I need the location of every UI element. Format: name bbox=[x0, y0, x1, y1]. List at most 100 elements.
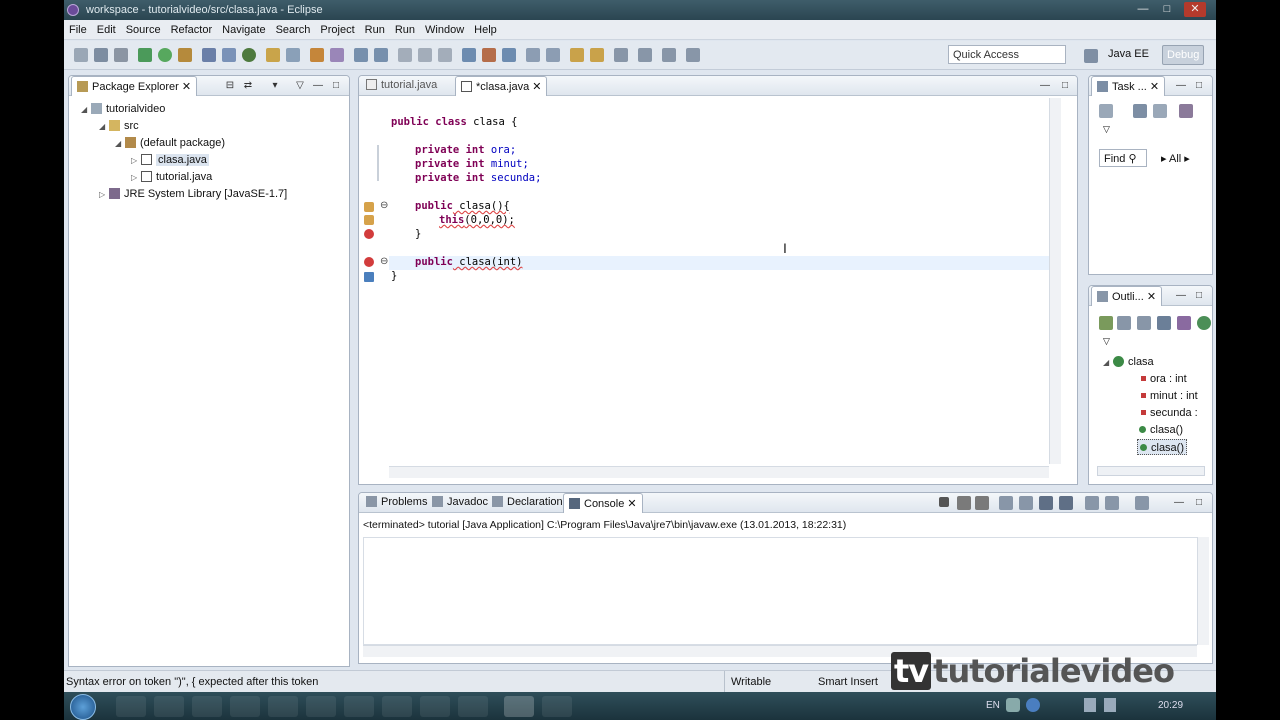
outline-class[interactable]: ◢ clasa bbox=[1103, 354, 1154, 370]
outline-horizontal-scrollbar[interactable] bbox=[1097, 466, 1205, 476]
open-console-icon[interactable] bbox=[1135, 496, 1149, 510]
toolbar-tool-4-icon[interactable] bbox=[526, 48, 540, 62]
sort-icon[interactable] bbox=[1099, 316, 1113, 330]
taskbar-app-8-icon[interactable] bbox=[382, 696, 412, 717]
remove-all-icon[interactable] bbox=[975, 496, 989, 510]
maximize-view-icon[interactable]: □ bbox=[1193, 497, 1205, 509]
maximize-view-icon[interactable]: □ bbox=[330, 80, 342, 92]
scroll-lock-icon[interactable] bbox=[1019, 496, 1033, 510]
quick-access-input[interactable]: Quick Access bbox=[948, 45, 1066, 64]
tree-project[interactable]: ◢ tutorialvideo bbox=[81, 101, 165, 117]
link-with-editor-icon[interactable]: ⇄ bbox=[242, 80, 254, 92]
tab-clasa-java[interactable]: *clasa.java ✕ bbox=[455, 76, 548, 96]
toolbar-tool-6-icon[interactable] bbox=[570, 48, 584, 62]
minimize-view-icon[interactable]: — bbox=[1175, 290, 1187, 302]
menu-edit[interactable]: Edit bbox=[92, 20, 121, 36]
outline-field-secunda[interactable]: secunda : bbox=[1141, 405, 1198, 421]
tree-tutorial-java[interactable]: ▷ tutorial.java bbox=[131, 169, 212, 185]
close-tab-icon[interactable]: ✕ bbox=[532, 81, 541, 93]
view-menu-icon[interactable]: ▾ bbox=[269, 80, 281, 92]
code-line-8[interactable]: public clasa(int) bbox=[415, 256, 522, 268]
tree-jre-library[interactable]: ▷ JRE System Library [JavaSE-1.7] bbox=[99, 186, 287, 202]
taskbar-media-icon[interactable] bbox=[154, 696, 184, 717]
hide-static-icon[interactable] bbox=[1157, 316, 1171, 330]
fold-toggle-icon[interactable]: ⊖ bbox=[380, 256, 388, 267]
error-marker-icon[interactable] bbox=[364, 257, 374, 267]
toolbar-tool-11-icon[interactable] bbox=[686, 48, 700, 62]
bookmark-marker-icon[interactable] bbox=[364, 272, 374, 282]
minimize-icon[interactable]: — bbox=[1132, 2, 1154, 17]
console-output[interactable] bbox=[363, 537, 1199, 645]
new-icon[interactable] bbox=[74, 48, 88, 62]
focus-icon[interactable] bbox=[1179, 104, 1193, 118]
code-line-1[interactable]: public class clasa { bbox=[391, 116, 517, 128]
minimize-view-icon[interactable]: — bbox=[1175, 80, 1187, 92]
taskbar-app-6-icon[interactable] bbox=[306, 696, 336, 717]
taskbar-app-4-icon[interactable] bbox=[230, 696, 260, 717]
new-package-icon[interactable] bbox=[222, 48, 236, 62]
tray-volume-icon[interactable] bbox=[1104, 698, 1116, 712]
close-tab-icon[interactable]: ✕ bbox=[182, 81, 191, 93]
collapse-all-icon[interactable]: ⊟ bbox=[224, 80, 236, 92]
new-java-project-icon[interactable] bbox=[202, 48, 216, 62]
open-type-icon[interactable] bbox=[266, 48, 280, 62]
tray-help-icon[interactable] bbox=[1026, 698, 1040, 712]
tab-outline[interactable]: Outli... ✕ bbox=[1091, 286, 1163, 306]
toolbar-tool-5-icon[interactable] bbox=[546, 48, 560, 62]
tree-src[interactable]: ◢ src bbox=[99, 118, 139, 134]
taskbar-app-3-icon[interactable] bbox=[192, 696, 222, 717]
view-menu-2-icon[interactable]: ▽ bbox=[294, 80, 306, 92]
hide-fields-icon[interactable] bbox=[1137, 316, 1151, 330]
run-icon[interactable] bbox=[158, 48, 172, 62]
toggle-mark-icon[interactable] bbox=[310, 48, 324, 62]
toolbar-tool-2-icon[interactable] bbox=[482, 48, 496, 62]
collapse-all-icon[interactable] bbox=[1117, 316, 1131, 330]
view-menu-icon[interactable]: ▽ bbox=[1103, 124, 1110, 135]
close-tab-icon[interactable]: ✕ bbox=[1150, 81, 1159, 93]
editor-horizontal-scrollbar[interactable] bbox=[389, 466, 1049, 478]
tab-package-explorer[interactable]: Package Explorer ✕ bbox=[71, 76, 198, 96]
toolbar-tool-1-icon[interactable] bbox=[462, 48, 476, 62]
editor-vertical-scrollbar[interactable] bbox=[1049, 98, 1061, 464]
task-find-input[interactable]: Find ⚲ bbox=[1099, 149, 1147, 167]
new-task-icon[interactable] bbox=[1099, 104, 1113, 118]
forward-icon[interactable] bbox=[438, 48, 452, 62]
search-icon[interactable] bbox=[286, 48, 300, 62]
code-line-4[interactable]: private int secunda; bbox=[415, 172, 541, 184]
taskbar-explorer-icon[interactable] bbox=[116, 696, 146, 717]
tab-task-list[interactable]: Task ... ✕ bbox=[1091, 76, 1166, 96]
new-class-icon[interactable] bbox=[242, 48, 256, 62]
maximize-view-icon[interactable]: □ bbox=[1193, 290, 1205, 302]
perspective-debug[interactable]: Debug bbox=[1162, 45, 1205, 65]
show-stdout-icon[interactable] bbox=[1039, 496, 1053, 510]
tree-default-package[interactable]: ◢ (default package) bbox=[115, 135, 225, 151]
menu-window[interactable]: Window bbox=[420, 20, 469, 36]
debug-icon[interactable] bbox=[138, 48, 152, 62]
taskbar-eclipse-icon[interactable] bbox=[504, 696, 534, 717]
close-icon[interactable]: ✕ bbox=[1184, 2, 1206, 17]
close-tab-icon[interactable]: ✕ bbox=[1147, 291, 1156, 303]
tab-javadoc[interactable]: Javadoc bbox=[427, 493, 493, 513]
tree-clasa-java[interactable]: ▷ clasa.java bbox=[131, 152, 209, 168]
outline-field-ora[interactable]: ora : int bbox=[1141, 371, 1187, 387]
code-line-6[interactable]: this(0,0,0); bbox=[439, 214, 515, 226]
tray-clock[interactable]: 20:29 bbox=[1158, 700, 1183, 711]
warning-marker-icon[interactable] bbox=[364, 202, 374, 212]
scheduled-icon[interactable] bbox=[1153, 104, 1167, 118]
prev-annotation-icon[interactable] bbox=[374, 48, 388, 62]
code-line-2[interactable]: private int ora; bbox=[415, 144, 516, 156]
minimize-view-icon[interactable]: — bbox=[1039, 80, 1051, 92]
task-filter-all[interactable]: ▸ All ▸ bbox=[1161, 152, 1190, 165]
maximize-view-icon[interactable]: □ bbox=[1059, 80, 1071, 92]
outline-constructor-1[interactable]: clasa() bbox=[1139, 422, 1183, 438]
menu-file[interactable]: File bbox=[64, 20, 92, 36]
hide-nonpublic-icon[interactable] bbox=[1177, 316, 1191, 330]
menu-project[interactable]: Project bbox=[315, 20, 359, 36]
save-icon[interactable] bbox=[94, 48, 108, 62]
taskbar-app-9-icon[interactable] bbox=[420, 696, 450, 717]
taskbar-app-10-icon[interactable] bbox=[458, 696, 488, 717]
tab-problems[interactable]: Problems bbox=[361, 493, 432, 513]
outline-field-minut[interactable]: minut : int bbox=[1141, 388, 1198, 404]
tray-keyboard-icon[interactable] bbox=[1006, 698, 1020, 712]
warning-marker-icon[interactable] bbox=[364, 215, 374, 225]
